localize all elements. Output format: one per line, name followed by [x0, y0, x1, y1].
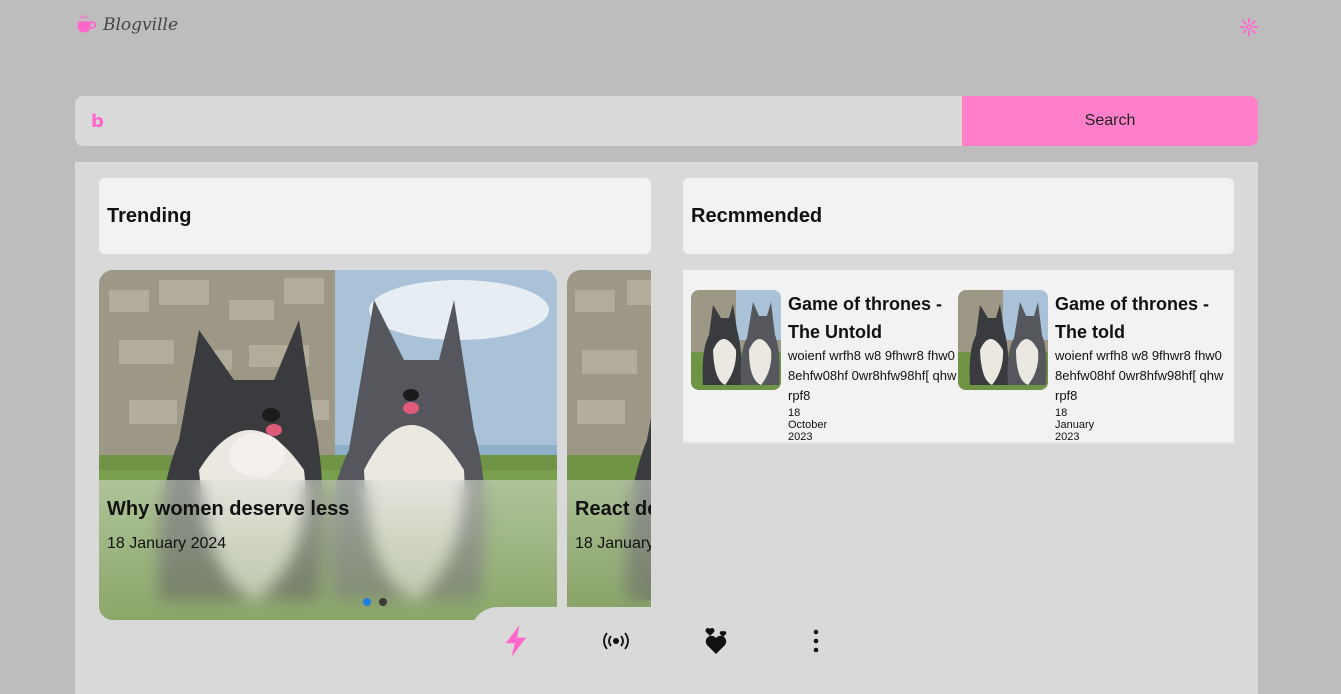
- search-field[interactable]: b: [75, 96, 962, 146]
- carousel-dot[interactable]: [363, 598, 371, 606]
- card-date: 18 January 2024: [107, 535, 227, 552]
- carousel-dot[interactable]: [379, 598, 387, 606]
- more-vertical-icon: [813, 629, 819, 653]
- trending-heading: Trending: [99, 178, 651, 254]
- card-date: 18 January: [575, 535, 651, 552]
- bottom-nav: [470, 607, 870, 694]
- nav-trending-button[interactable]: [496, 621, 536, 661]
- recommended-list: Game of thrones - The Untold woienf wrfh…: [683, 270, 1234, 444]
- bolt-icon: [505, 625, 527, 657]
- nav-live-button[interactable]: [596, 621, 636, 661]
- carousel-dots: [363, 598, 387, 606]
- trending-carousel[interactable]: Why women deserve less 18 January 2024 R…: [99, 270, 651, 620]
- search-bar: b Search: [75, 96, 1258, 146]
- post-date: 18 January 2023: [1055, 407, 1095, 443]
- trending-card[interactable]: React de 18 January: [567, 270, 651, 620]
- post-thumbnail: [958, 290, 1048, 390]
- trending-card[interactable]: Why women deserve less 18 January 2024: [99, 270, 557, 620]
- card-title[interactable]: Why women deserve less: [107, 498, 349, 521]
- search-button[interactable]: Search: [962, 96, 1258, 146]
- nav-favorites-button[interactable]: [696, 621, 736, 661]
- bing-icon: b: [91, 110, 104, 132]
- post-title[interactable]: Game of thrones - The told: [1055, 290, 1225, 346]
- post-thumbnail: [691, 290, 781, 390]
- brand[interactable]: Blogville: [75, 14, 178, 36]
- post-title[interactable]: Game of thrones - The Untold: [788, 290, 958, 346]
- coffee-cup-icon: [77, 14, 97, 33]
- post-description: woienf wrfh8 w8 9fhwr8 fhw0 8ehfw08hf 0w…: [1055, 348, 1224, 403]
- post-description: woienf wrfh8 w8 9fhwr8 fhw0 8ehfw08hf 0w…: [788, 348, 957, 403]
- gear-icon[interactable]: [1238, 16, 1260, 38]
- search-input[interactable]: [111, 112, 912, 130]
- hearts-icon: [705, 628, 727, 654]
- broadcast-icon: [603, 632, 629, 650]
- brand-name: Blogville: [103, 15, 179, 35]
- recommended-heading: Recmmended: [683, 178, 1234, 254]
- card-title[interactable]: React de: [575, 498, 651, 521]
- post-date: 18 October 2023: [788, 407, 828, 443]
- nav-more-button[interactable]: [796, 621, 836, 661]
